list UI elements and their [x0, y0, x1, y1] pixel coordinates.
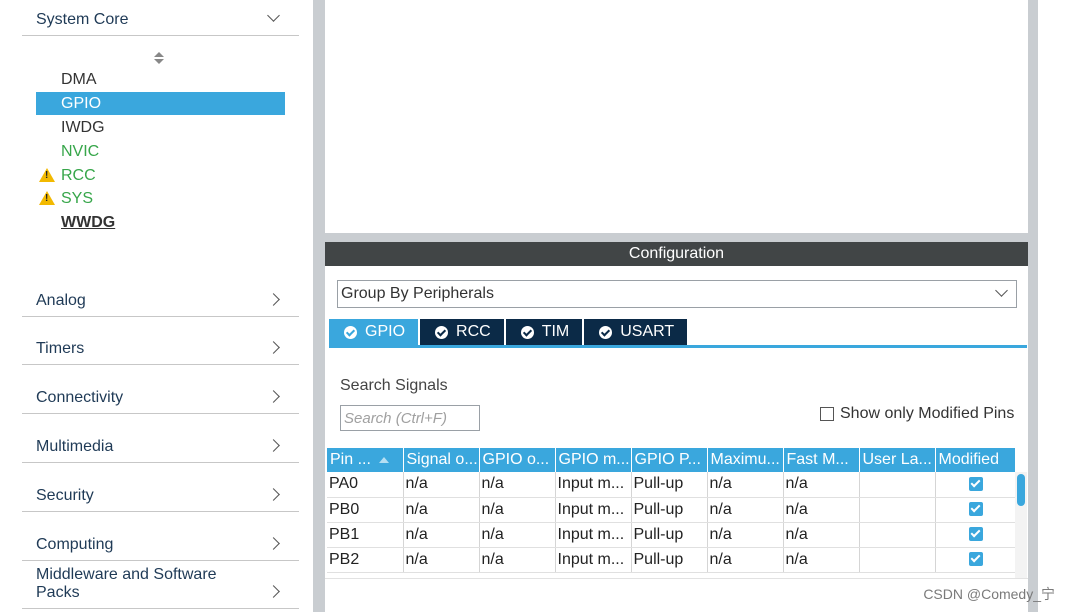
group-by-select[interactable]: Group By Peripherals	[337, 280, 1017, 308]
check-circle-icon	[435, 325, 449, 339]
warning-icon: !	[39, 191, 55, 205]
column-header-max-speed[interactable]: Maximu...	[707, 448, 784, 472]
search-signals-input[interactable]	[340, 405, 480, 431]
column-header-user-label[interactable]: User La...	[859, 448, 936, 472]
panel-splitter[interactable]	[1028, 0, 1038, 612]
panel-splitter[interactable]	[325, 233, 1028, 242]
tab-usart[interactable]: USART	[584, 319, 688, 345]
tab-rcc[interactable]: RCC	[420, 319, 504, 345]
column-header-gpio-mode[interactable]: GPIO m...	[555, 448, 632, 472]
category-label: Connectivity	[36, 389, 124, 406]
column-header-fast-mode[interactable]: Fast M...	[783, 448, 860, 472]
chevron-right-icon[interactable]	[263, 584, 285, 602]
table-row[interactable]: PB0 n/a n/a Input m... Pull-up n/a n/a	[327, 497, 1016, 523]
column-header-gpio-pull[interactable]: GPIO P...	[631, 448, 708, 472]
category-timers[interactable]: Timers	[22, 329, 299, 365]
column-header-signal[interactable]: Signal o...	[403, 448, 480, 472]
modified-checkbox[interactable]	[969, 502, 983, 517]
item-label: DMA	[61, 71, 97, 88]
signals-table: Pin ... Signal o... GPIO o... GPIO m... …	[327, 448, 1016, 573]
modified-checkbox[interactable]	[969, 552, 983, 567]
table-row[interactable]: PB2 n/a n/a Input m... Pull-up n/a n/a	[327, 547, 1016, 573]
category-analog[interactable]: Analog	[22, 281, 299, 317]
column-header-modified[interactable]: Modified	[935, 448, 1016, 472]
sort-ascending-icon	[378, 456, 389, 463]
table-row[interactable]: PB1 n/a n/a Input m... Pull-up n/a n/a	[327, 522, 1016, 548]
watermark: CSDN @Comedy_宁	[923, 586, 1055, 602]
sidebar-item-gpio[interactable]: GPIO	[36, 92, 285, 115]
scrollbar-thumb[interactable]	[1017, 474, 1025, 506]
check-circle-icon	[599, 325, 613, 339]
peripheral-tabs: GPIO RCC TIM USART	[329, 319, 689, 345]
category-label: Timers	[36, 340, 85, 357]
category-multimedia[interactable]: Multimedia	[22, 427, 299, 463]
chevron-down-icon[interactable]	[263, 11, 285, 29]
category-label: Computing	[36, 536, 114, 553]
table-row[interactable]: PA0 n/a n/a Input m... Pull-up n/a n/a	[327, 472, 1016, 498]
category-label: Multimedia	[36, 438, 114, 455]
check-circle-icon	[520, 325, 534, 339]
category-label: Middleware and Software Packs	[36, 566, 217, 601]
chevron-right-icon[interactable]	[263, 487, 285, 505]
column-header-gpio-output[interactable]: GPIO o...	[479, 448, 556, 472]
sidebar-item-dma[interactable]: DMA	[36, 68, 285, 91]
tab-tim[interactable]: TIM	[505, 319, 583, 345]
sidebar-item-iwdg[interactable]: IWDG	[36, 116, 285, 139]
table-scrollbar[interactable]	[1015, 472, 1027, 578]
tab-gpio[interactable]: GPIO	[329, 319, 419, 345]
modified-checkbox[interactable]	[969, 477, 983, 492]
table-header-row: Pin ... Signal o... GPIO o... GPIO m... …	[327, 448, 1016, 472]
category-label: System Core	[36, 11, 129, 28]
tab-underline	[329, 345, 1027, 348]
item-label: SYS	[61, 190, 94, 207]
item-label: NVIC	[61, 143, 100, 160]
category-security[interactable]: Security	[22, 476, 299, 512]
show-modified-pins-checkbox[interactable]: Show only Modified Pins	[820, 405, 1014, 423]
chevron-right-icon[interactable]	[263, 340, 285, 358]
sidebar-item-sys[interactable]: ! SYS	[36, 187, 285, 210]
item-label: IWDG	[61, 119, 105, 136]
item-label: RCC	[61, 167, 96, 184]
modified-checkbox[interactable]	[969, 527, 983, 542]
sidebar-item-rcc[interactable]: ! RCC	[36, 164, 285, 187]
category-sidebar: System Core DMA GPIO IWDG NVIC ! RCC ! S…	[0, 0, 313, 612]
sort-icon[interactable]	[153, 50, 165, 66]
panel-splitter[interactable]	[313, 0, 325, 612]
chevron-right-icon[interactable]	[263, 438, 285, 456]
chevron-right-icon[interactable]	[263, 292, 285, 310]
search-signals-label: Search Signals	[340, 377, 448, 394]
sidebar-item-wwdg[interactable]: WWDG	[36, 211, 285, 234]
category-middleware[interactable]: Middleware and Software Packs	[22, 566, 299, 609]
item-label: WWDG	[61, 214, 116, 231]
chevron-right-icon[interactable]	[263, 536, 285, 554]
category-connectivity[interactable]: Connectivity	[22, 378, 299, 414]
checkbox-icon[interactable]	[820, 407, 834, 421]
category-system-core[interactable]: System Core	[22, 0, 299, 36]
sidebar-item-nvic[interactable]: NVIC	[36, 140, 285, 163]
chevron-down-icon	[994, 286, 1010, 300]
category-label: Analog	[36, 292, 86, 309]
chevron-right-icon[interactable]	[263, 389, 285, 407]
group-by-value: Group By Peripherals	[341, 285, 494, 302]
check-circle-icon	[344, 325, 357, 339]
item-label: GPIO	[61, 95, 102, 112]
column-header-pin[interactable]: Pin ...	[327, 448, 404, 472]
warning-icon: !	[39, 168, 55, 182]
checkbox-label: Show only Modified Pins	[840, 405, 1015, 422]
configuration-header: Configuration	[325, 242, 1028, 266]
category-computing[interactable]: Computing	[22, 525, 299, 561]
category-label: Security	[36, 487, 94, 504]
